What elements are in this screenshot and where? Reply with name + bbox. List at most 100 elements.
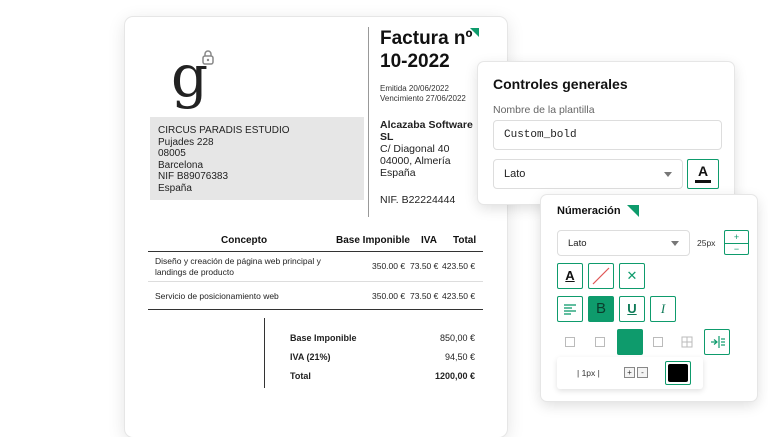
client-address-block[interactable]: CIRCUS PARADIS ESTUDIO Pujades 228 08005… — [150, 117, 364, 200]
totals-total-value: 1200,00 € — [434, 371, 475, 381]
issuer-address-block[interactable]: Alcazaba Software SL C/ Diagonal 40 0400… — [380, 119, 473, 179]
row-total: 423.50 € — [442, 261, 476, 271]
invoice-preview: g Factura nº 10-2022 Emitida 20/06/2022 … — [125, 17, 507, 437]
align-left-icon — [564, 304, 576, 315]
totals-iva-label: IVA (21%) — [290, 352, 331, 362]
bold-button[interactable]: B — [588, 296, 614, 322]
issuer-street: C/ Diagonal 40 — [380, 143, 450, 155]
issuer-nif: NIF. B22224444 — [380, 194, 456, 206]
totals-base-value: 850,00 € — [439, 333, 475, 343]
issue-date: Emitida 20/06/2022 — [380, 84, 449, 93]
col-base: Base Imponible — [336, 235, 410, 246]
totals-total-label: Total — [290, 371, 311, 381]
text-color-button[interactable]: A — [557, 263, 583, 289]
col-iva: IVA — [421, 235, 437, 246]
company-logo: g — [171, 47, 221, 107]
issuer-name-line1: Alcazaba Software — [380, 119, 473, 131]
align-right-icon — [711, 336, 725, 348]
row-iva: 73.50 € — [410, 261, 439, 271]
chevron-down-icon — [671, 241, 679, 246]
underline-icon: U — [627, 301, 637, 316]
client-country: España — [158, 182, 192, 194]
invoice-dates: Emitida 20/06/2022 Vencimiento 27/06/202… — [380, 84, 466, 104]
client-street: Pujades 228 — [158, 136, 214, 148]
col-total: Total — [453, 235, 477, 246]
row-iva: 73.50 € — [410, 291, 439, 301]
border-icon — [653, 337, 663, 347]
font-select-value: Lato — [504, 168, 526, 180]
issuer-name-line2: SL — [380, 131, 394, 143]
font-size-stepper[interactable]: + − — [724, 230, 749, 255]
no-fill-icon — [592, 267, 610, 285]
row-concept-line2: landings de producto — [155, 267, 234, 277]
client-zip: 08005 — [158, 148, 186, 159]
size-decrease-button[interactable]: − — [725, 243, 748, 255]
align-right-button[interactable] — [704, 329, 730, 355]
fill-color-button[interactable] — [617, 329, 643, 355]
table-row: Servicio de posicionamiento web 350.00 €… — [148, 289, 483, 307]
italic-button[interactable]: I — [650, 296, 676, 322]
corner-flag-icon — [470, 28, 479, 37]
totals-base-label: Base Imponible — [290, 333, 357, 343]
row-total: 423.50 € — [442, 291, 476, 301]
totals-divider — [264, 318, 265, 388]
client-name: CIRCUS PARADIS ESTUDIO — [158, 125, 290, 136]
no-fill-button[interactable] — [588, 263, 614, 289]
numbering-title: Númeración — [557, 205, 621, 217]
border-color-swatch[interactable] — [665, 361, 691, 385]
border-icon — [595, 337, 605, 347]
align-left-button[interactable] — [557, 296, 583, 322]
clear-format-button[interactable]: ✕ — [619, 263, 645, 289]
border-none-button[interactable] — [557, 329, 583, 355]
text-color-button[interactable]: A — [687, 159, 719, 189]
template-name-label: Nombre de la plantilla — [493, 104, 595, 116]
border-width-decrease[interactable]: - — [637, 367, 648, 378]
issuer-zip-city: 04000, Almería — [380, 155, 451, 167]
row-concept-line1: Diseño y creación de página web principa… — [155, 256, 321, 266]
invoice-title-line1: Factura nº — [380, 28, 473, 49]
border-icon — [565, 337, 575, 347]
chevron-down-icon — [664, 172, 672, 177]
text-color-icon: A — [697, 163, 709, 179]
table-row: Diseño y creación de página web principa… — [148, 255, 483, 282]
border-settings-popup: | 1px | + - — [557, 357, 703, 389]
invoice-title[interactable]: Factura nº 10-2022 — [380, 27, 472, 73]
table-header: Concepto Base Imponible IVA Total — [148, 233, 483, 252]
border-width-increase[interactable]: + — [624, 367, 635, 378]
border-grid-icon — [681, 336, 693, 348]
font-select[interactable]: Lato — [493, 159, 683, 189]
bold-icon: B — [595, 300, 606, 317]
text-color-icon: A — [565, 268, 575, 283]
client-nif: NIF B89076383 — [158, 171, 229, 182]
close-icon: ✕ — [626, 268, 638, 283]
table-bottom-rule — [148, 309, 483, 310]
issuer-country: España — [380, 167, 416, 179]
row-base: 350.00 € — [372, 291, 406, 301]
due-date: Vencimiento 27/06/2022 — [380, 94, 466, 103]
panel-title: Controles generales — [493, 76, 628, 92]
totals-iva-value: 94,50 € — [444, 352, 475, 362]
border-color-fill — [668, 364, 688, 382]
numbering-font-value: Lato — [568, 238, 587, 249]
row-base: 350.00 € — [372, 261, 406, 271]
header-divider — [368, 27, 369, 217]
row-concept: Diseño y creación de página web principa… — [155, 256, 321, 278]
corner-flag-icon — [627, 205, 639, 217]
border-outline-button[interactable] — [587, 329, 613, 355]
font-size-value: 25px — [697, 238, 716, 248]
template-name-value: Custom_bold — [504, 129, 577, 141]
underline-button[interactable]: U — [619, 296, 645, 322]
template-name-input[interactable]: Custom_bold — [493, 120, 722, 150]
padlock-icon — [202, 50, 214, 65]
client-city: Barcelona — [158, 159, 204, 171]
numbering-font-select[interactable]: Lato — [557, 230, 690, 256]
italic-icon: I — [660, 301, 666, 316]
invoice-number: 10-2022 — [380, 51, 450, 72]
col-concept: Concepto — [221, 235, 268, 246]
border-width-value: | 1px | — [577, 368, 600, 378]
text-color-bar — [695, 180, 711, 183]
border-right-button[interactable] — [645, 329, 671, 355]
border-grid-button[interactable] — [674, 329, 700, 355]
general-controls-panel: Controles generales Nombre de la plantil… — [478, 62, 734, 204]
numbering-panel: Númeración Lato 25px + − A ✕ B U I | 1px… — [541, 195, 757, 401]
